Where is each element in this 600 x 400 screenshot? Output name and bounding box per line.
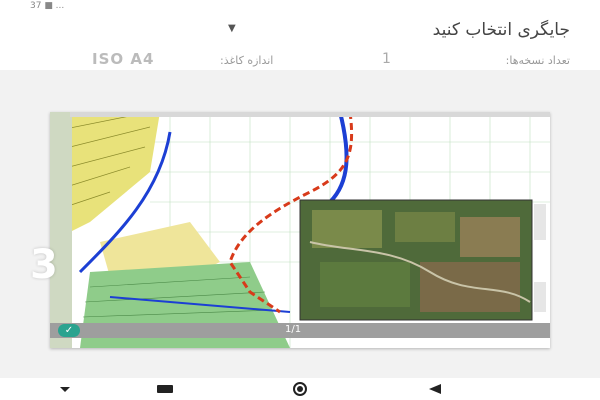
page-indicator: 1/1 bbox=[285, 324, 302, 335]
status-bar: 37 ■ ... bbox=[0, 0, 600, 14]
check-icon[interactable]: ✓ bbox=[58, 324, 80, 337]
navigation-bar bbox=[0, 378, 600, 400]
map-image bbox=[50, 112, 550, 348]
menu-icon[interactable] bbox=[55, 382, 75, 396]
copies-label: تعداد نسخه‌ها: bbox=[505, 54, 570, 67]
print-preview-area: 3 ✓ 1/1 bbox=[0, 70, 600, 378]
back-icon[interactable] bbox=[425, 382, 445, 396]
paper-size-label: اندازه کاغذ: bbox=[220, 54, 274, 67]
printer-select-title[interactable]: جایگری انتخاب کنید bbox=[433, 20, 570, 40]
chevron-down-icon[interactable]: ▼ bbox=[228, 23, 236, 34]
recent-apps-icon[interactable] bbox=[155, 382, 175, 396]
print-header: جایگری انتخاب کنید ▼ تعداد نسخه‌ها: 1 ان… bbox=[0, 14, 600, 81]
overlay-number: 3 bbox=[30, 242, 58, 288]
paper-size-value[interactable]: ISO A4 bbox=[92, 50, 154, 68]
status-left-text: 37 ■ ... bbox=[30, 1, 65, 11]
copies-value[interactable]: 1 bbox=[382, 51, 391, 67]
page-preview[interactable] bbox=[50, 112, 550, 348]
home-icon[interactable] bbox=[289, 382, 309, 396]
